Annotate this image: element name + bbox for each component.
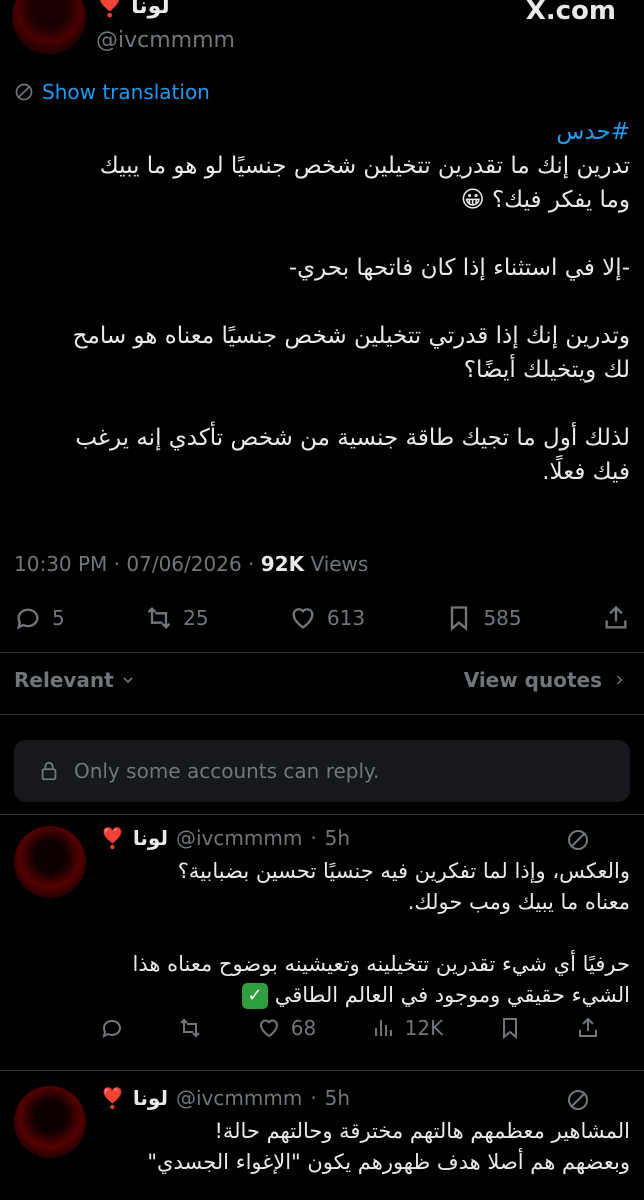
tweet-time[interactable]: 10:30 PM bbox=[14, 552, 107, 576]
translate-globe-icon[interactable] bbox=[566, 828, 590, 852]
reply-author-name[interactable]: لونا bbox=[133, 1086, 168, 1110]
reply-text: والعكس، وإذا لما تفكرين فيه جنسيًا تحسين… bbox=[100, 856, 630, 1011]
bookmark-icon bbox=[451, 606, 468, 631]
chevron-down-icon bbox=[123, 677, 133, 684]
reply-button[interactable]: 5 bbox=[14, 604, 65, 632]
share-button[interactable] bbox=[576, 1016, 600, 1040]
reply-line: معناه ما يبيك ومب حولك. bbox=[407, 890, 630, 914]
bookmark-button[interactable] bbox=[498, 1016, 522, 1040]
views-label: Views bbox=[310, 552, 369, 576]
tweet-actions: 5 25 613 585 bbox=[14, 598, 630, 638]
heart-emoji: ❣️ bbox=[100, 826, 125, 850]
reply-line: الشيء حقيقي وموجود في العالم الطاقي bbox=[274, 983, 630, 1007]
chevron-right-icon bbox=[616, 675, 623, 685]
analytics-icon bbox=[374, 1020, 392, 1036]
reply-icon bbox=[16, 608, 39, 630]
reply-header: ❣️ لونا @ivcmmmm · 5h bbox=[100, 826, 351, 850]
divider bbox=[0, 652, 644, 653]
reply-actions: 68 12K bbox=[100, 1016, 600, 1040]
reply-header: ❣️ لونا @ivcmmmm · 5h bbox=[100, 1086, 351, 1110]
tweet-text: #حدس تدرين إنك ما تقدرين تتخيلين شخص جنس… bbox=[14, 115, 630, 489]
repost-icon bbox=[180, 1018, 201, 1038]
bookmark-button[interactable]: 585 bbox=[445, 604, 522, 632]
repost-button[interactable] bbox=[178, 1016, 202, 1040]
views-button[interactable]: 12K bbox=[371, 1016, 444, 1040]
author-handle[interactable]: @ivcmmmm bbox=[96, 28, 235, 53]
author-avatar[interactable] bbox=[12, 0, 86, 54]
repost-count: 25 bbox=[183, 606, 209, 630]
divider bbox=[0, 814, 644, 815]
reply-author-name[interactable]: لونا bbox=[133, 826, 168, 850]
reply-restriction-text: Only some accounts can reply. bbox=[74, 759, 380, 783]
check-mark-icon: ✓ bbox=[242, 983, 269, 1009]
show-translation-link[interactable]: Show translation bbox=[14, 80, 210, 104]
tweet-line: وتدرين إنك إذا قدرتي تتخيلين شخص جنسيًا … bbox=[72, 323, 630, 349]
tweet-line: فيك فعلًا. bbox=[542, 459, 630, 485]
reply-line: المشاهير معظمهم هالتهم مخترقة وحالتهم حا… bbox=[214, 1119, 630, 1143]
like-button[interactable]: 68 bbox=[257, 1016, 316, 1040]
tweet-line: لك ويتخيلك أيضًا؟ bbox=[463, 357, 630, 383]
reply-author-handle[interactable]: @ivcmmmm bbox=[176, 1086, 302, 1110]
tweet-line: لذلك أول ما تجيك طاقة جنسية من شخص تأكدي… bbox=[75, 425, 630, 451]
author-name[interactable]: لونا ❣️ bbox=[96, 0, 170, 19]
author-name-text: لونا bbox=[131, 0, 170, 19]
like-count: 613 bbox=[326, 606, 366, 630]
view-count: 12K bbox=[404, 1016, 444, 1040]
reply-button[interactable] bbox=[100, 1016, 124, 1040]
heart-emoji: ❣️ bbox=[96, 0, 124, 19]
share-icon bbox=[605, 605, 627, 629]
heart-icon bbox=[292, 608, 314, 629]
tweet-date[interactable]: 07/06/2026 bbox=[126, 552, 241, 576]
hashtag-link[interactable]: #حدس bbox=[14, 115, 630, 149]
view-quotes-link[interactable]: View quotes bbox=[464, 668, 626, 692]
like-button[interactable]: 613 bbox=[289, 604, 365, 632]
heart-emoji: ❣️ bbox=[100, 1086, 125, 1110]
translate-globe-icon[interactable] bbox=[566, 1088, 590, 1112]
bookmark-icon bbox=[502, 1018, 517, 1040]
like-count: 68 bbox=[290, 1016, 317, 1040]
site-watermark: X.com bbox=[525, 0, 616, 26]
reply-avatar[interactable] bbox=[14, 826, 86, 898]
divider bbox=[0, 714, 644, 715]
lock-icon bbox=[41, 761, 57, 781]
reply-avatar[interactable] bbox=[14, 1086, 86, 1158]
tweet-line: تدرين إنك ما تقدرين تتخيلين شخص جنسيًا ل… bbox=[99, 153, 630, 179]
reply-text: المشاهير معظمهم هالتهم مخترقة وحالتهم حا… bbox=[100, 1116, 630, 1178]
tweet-header: لونا ❣️ @ivcmmmm X.com bbox=[0, 0, 644, 64]
sort-relevant-dropdown[interactable]: Relevant bbox=[14, 668, 136, 692]
tweet-meta: 10:30 PM · 07/06/2026 · 92K Views bbox=[14, 552, 369, 576]
sort-label: Relevant bbox=[14, 668, 114, 692]
reply-line: والعكس، وإذا لما تفكرين فيه جنسيًا تحسين… bbox=[177, 859, 630, 883]
tweet-line: -إلا في استثناء إذا كان فاتحها بحري- bbox=[288, 255, 630, 281]
view-quotes-label: View quotes bbox=[463, 668, 602, 692]
bookmark-count: 585 bbox=[483, 606, 522, 630]
views-count: 92K bbox=[260, 552, 305, 576]
reply-author-handle[interactable]: @ivcmmmm bbox=[176, 826, 302, 850]
heart-icon bbox=[259, 1019, 278, 1038]
show-translation-label: Show translation bbox=[42, 80, 210, 104]
share-icon bbox=[578, 1017, 597, 1037]
reply-line: حرفيًا أي شيء تقدرين تتخيلينه وتعيشينه ب… bbox=[132, 952, 630, 976]
reply-time[interactable]: 5h bbox=[325, 826, 350, 850]
share-button[interactable] bbox=[602, 604, 630, 632]
reply-time[interactable]: 5h bbox=[325, 1086, 350, 1110]
reply-count: 5 bbox=[52, 606, 65, 630]
reply-line: وبعضهم هم أصلا هدف ظهورهم يكون "الإغواء … bbox=[147, 1150, 630, 1174]
reply-restriction-notice: Only some accounts can reply. bbox=[14, 740, 630, 802]
reply-icon bbox=[102, 1019, 121, 1038]
tweet-line: وما يفكر فيك؟ 😀 bbox=[460, 187, 630, 213]
divider bbox=[0, 1070, 644, 1071]
repost-button[interactable]: 25 bbox=[145, 604, 209, 632]
translate-globe-icon bbox=[15, 83, 33, 101]
repost-icon bbox=[147, 607, 171, 629]
